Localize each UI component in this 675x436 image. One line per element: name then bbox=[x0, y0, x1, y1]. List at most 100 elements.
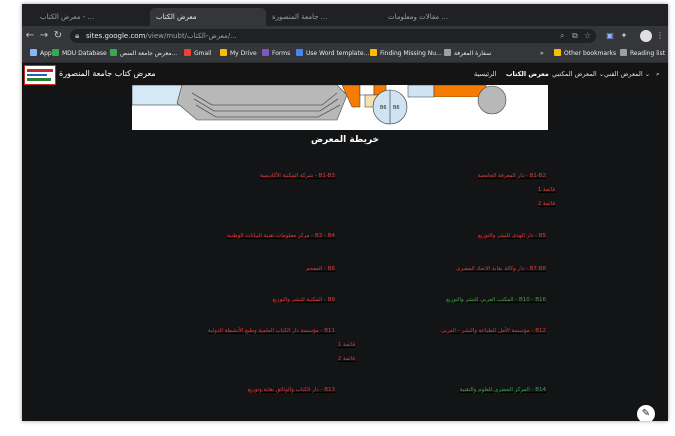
nav-label: المعرض المكتبي bbox=[552, 70, 597, 78]
search-icon[interactable]: ⌕ bbox=[560, 29, 564, 43]
bookmark-label: Gmail bbox=[194, 50, 212, 57]
booth-link[interactable]: B11 - مؤسسة دار الكتاب العلمية وطبع الأن… bbox=[208, 328, 335, 334]
url-text: sites.google.com/view/mubt/معرض-الكتاب/.… bbox=[86, 29, 237, 43]
tab-2[interactable]: معرض الكتاب bbox=[150, 8, 266, 26]
bookmark-gmail[interactable]: Gmail bbox=[184, 46, 212, 62]
booth-link[interactable]: B10 - B16 - المكتب العربي للنشر والتوزيع bbox=[446, 297, 546, 303]
pencil-icon: ✎ bbox=[641, 408, 651, 419]
bookmark-icon bbox=[370, 49, 377, 56]
map-title: خريطة المعرض bbox=[310, 135, 380, 145]
bookmark-icon bbox=[52, 49, 59, 56]
booth-link[interactable]: B1-B3 - شركة المكتبة الأكاديمية bbox=[260, 173, 335, 179]
bookmark-label: سفارة المعرفة bbox=[454, 50, 492, 57]
tab-4[interactable]: مقالات ومعلومات ... bbox=[382, 8, 498, 26]
back-icon[interactable]: ← bbox=[24, 29, 36, 43]
booth-link-text: B6 - المعجم bbox=[305, 266, 335, 272]
menu-icon[interactable]: ⋮ bbox=[654, 29, 666, 43]
reload-icon[interactable]: ↻ bbox=[52, 29, 64, 43]
bookmark-label: Finding Missing Nu... bbox=[380, 50, 442, 57]
bookmark-other[interactable]: Other bookmarks bbox=[554, 46, 616, 62]
booth-link[interactable]: B1-B2 - دار المعرفة الجامعية bbox=[478, 173, 546, 179]
booth-link[interactable]: B13 - دار الكتاب والوثائق نقابة وتوزيع bbox=[248, 387, 335, 393]
gmail-icon bbox=[184, 49, 191, 56]
site-title[interactable]: معرض كتاب جامعة المنصورة bbox=[59, 63, 156, 85]
booth-link-text: B12 - مؤسسة الأمل للطباعة والنشر - العرب… bbox=[440, 328, 546, 334]
exhibition-map-image: B6 B6 bbox=[132, 85, 548, 130]
nav-book-fair[interactable]: معرض الكتاب bbox=[506, 63, 549, 85]
list-link[interactable]: قائمة 1 bbox=[538, 187, 555, 193]
drive-icon bbox=[220, 49, 227, 56]
bookmark-mansoura[interactable]: معرض جامعة المنص... bbox=[110, 46, 177, 62]
nav-home[interactable]: الرئيسية bbox=[474, 63, 496, 85]
booth-link-text: B1-B2 - دار المعرفة الجامعية bbox=[477, 173, 546, 179]
toolbar: ← → ↻ 🔒︎ sites.google.com/view/mubt/معرض… bbox=[22, 26, 668, 46]
bookmark-label: My Drive bbox=[230, 50, 257, 57]
bookmark-knowledge[interactable]: سفارة المعرفة bbox=[444, 46, 491, 62]
bookmark-reading-list[interactable]: Reading list bbox=[620, 46, 665, 62]
bookmark-label: Forms bbox=[272, 50, 291, 57]
list-link[interactable]: قائمة 1 bbox=[338, 342, 355, 348]
tab-label: جامعة المنصورة ... bbox=[272, 13, 328, 21]
booth-link[interactable]: B12 - مؤسسة الأمل للطباعة والنشر - العرب… bbox=[441, 328, 546, 334]
booth-link-text: B11 - مؤسسة دار الكتاب العلمية وطبع الأن… bbox=[207, 328, 335, 334]
tab-label: معرض الكتاب - ... bbox=[40, 13, 95, 21]
booth-link[interactable]: B3 - B4 - مركز معلومات تقنية البيانات ال… bbox=[227, 233, 335, 239]
booth-link-text: B9 - المكتبة للنشر والتوزيع bbox=[272, 297, 335, 303]
bookmark-mdu[interactable]: MDU Database bbox=[52, 46, 107, 62]
bookmarks-more[interactable]: » bbox=[540, 46, 544, 62]
browser-window: معرض الكتاب - ... معرض الكتاب جامعة المن… bbox=[22, 4, 668, 421]
list-link[interactable]: قائمة 2 bbox=[538, 201, 555, 207]
list-link-text: قائمة 2 bbox=[537, 201, 555, 207]
svg-text:B6: B6 bbox=[380, 105, 387, 111]
chevron-down-icon: ⌄ bbox=[642, 70, 651, 78]
reading-list-icon bbox=[620, 49, 627, 56]
booth-link[interactable]: B14 - المركز الحضري للعلوم والتقنية bbox=[460, 387, 546, 393]
site-header: معرض كتاب جامعة المنصورة الرئيسية معرض ا… bbox=[22, 63, 668, 85]
url-host: sites.google.com bbox=[86, 32, 146, 40]
bookmark-label: Use Word template... bbox=[306, 50, 370, 57]
svg-text:B6: B6 bbox=[393, 105, 400, 111]
booth-link[interactable]: B9 - المكتبة للنشر والتوزيع bbox=[272, 297, 335, 303]
url-path: /view/mubt/معرض-الكتاب/... bbox=[145, 32, 237, 40]
bookmark-drive[interactable]: My Drive bbox=[220, 46, 257, 62]
tab-label: مقالات ومعلومات ... bbox=[388, 13, 449, 21]
bookmark-word-template[interactable]: Use Word template... bbox=[296, 46, 369, 62]
site-logo[interactable] bbox=[24, 65, 56, 85]
bookmarks-bar: Apps MDU Database معرض جامعة المنص... Gm… bbox=[22, 46, 668, 63]
booth-link-text: B7-B8 - دار وكالة نقابة الاتحاد المصري bbox=[456, 266, 546, 272]
share-icon[interactable]: ⧉ bbox=[572, 29, 578, 43]
list-link[interactable]: قائمة 2 bbox=[338, 356, 355, 362]
bookmark-finding[interactable]: Finding Missing Nu... bbox=[370, 46, 442, 62]
extension-icon[interactable]: ▣ bbox=[604, 29, 616, 43]
booth-link-text: B14 - المركز الحضري للعلوم والتقنية bbox=[459, 387, 546, 393]
tab-1[interactable]: معرض الكتاب - ... bbox=[34, 8, 150, 26]
tab-label: معرض الكتاب bbox=[156, 13, 197, 21]
booth-link-text: B5 - دار الهدى للنشر والتوزيع bbox=[477, 233, 546, 239]
nav-label: المعرض الفني bbox=[604, 70, 643, 78]
tab-3[interactable]: جامعة المنصورة ... bbox=[266, 8, 382, 26]
avatar[interactable] bbox=[640, 30, 652, 42]
address-bar[interactable]: 🔒︎ sites.google.com/view/mubt/معرض-الكتا… bbox=[70, 29, 596, 43]
folder-icon bbox=[554, 49, 561, 56]
booth-link-text: B13 - دار الكتاب والوثائق نقابة وتوزيع bbox=[247, 387, 335, 393]
booth-link-text: B10 - B16 - المكتب العربي للنشر والتوزيع bbox=[446, 297, 546, 303]
forms-icon bbox=[262, 49, 269, 56]
nav-library-fair[interactable]: ⌄ المعرض المكتبي bbox=[552, 63, 604, 85]
site-search-icon[interactable]: ⌕ bbox=[656, 63, 660, 85]
list-link-text: قائمة 1 bbox=[537, 187, 555, 193]
page-content: B6 B6 خريطة المعرض B1-B2 - دار المعرفة ا… bbox=[22, 85, 668, 421]
nav-art-fair[interactable]: ⌄ المعرض الفني bbox=[604, 63, 650, 85]
bookmark-forms[interactable]: Forms bbox=[262, 46, 290, 62]
map-drawing: B6 B6 bbox=[132, 85, 507, 125]
booth-link[interactable]: B5 - دار الهدى للنشر والتوزيع bbox=[478, 233, 546, 239]
puzzle-icon[interactable]: ✦ bbox=[618, 29, 630, 43]
tab-strip: معرض الكتاب - ... معرض الكتاب جامعة المن… bbox=[22, 4, 668, 26]
bookmark-icon bbox=[444, 49, 451, 56]
booth-link[interactable]: B7-B8 - دار وكالة نقابة الاتحاد المصري bbox=[456, 266, 546, 272]
edit-pencil-button[interactable]: ✎ bbox=[637, 405, 655, 421]
bookmark-icon bbox=[110, 49, 117, 56]
booth-link-text: B1-B3 - شركة المكتبة الأكاديمية bbox=[260, 173, 335, 179]
booth-link[interactable]: B6 - المعجم bbox=[306, 266, 335, 272]
star-icon[interactable]: ☆ bbox=[584, 29, 591, 43]
forward-icon[interactable]: → bbox=[38, 29, 50, 43]
